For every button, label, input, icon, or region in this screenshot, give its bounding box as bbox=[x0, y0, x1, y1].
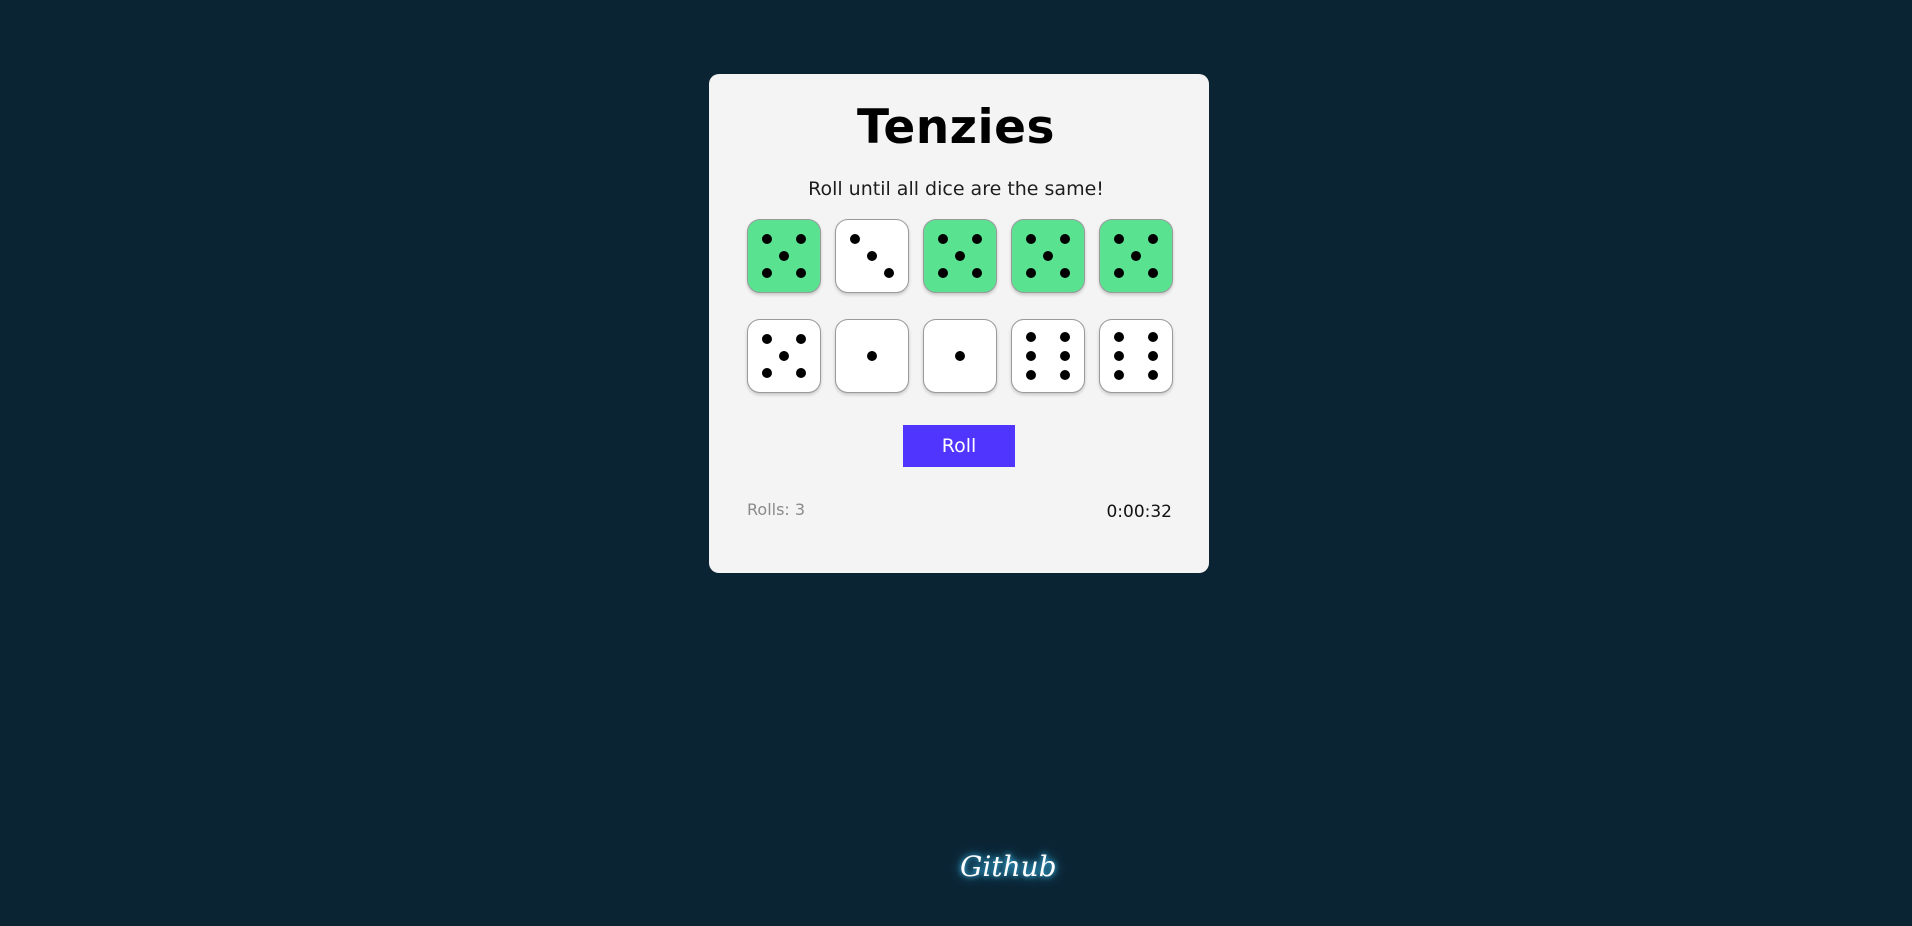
pip-five bbox=[795, 267, 806, 278]
die-3[interactable] bbox=[923, 219, 997, 293]
pip-five bbox=[795, 367, 806, 378]
pip-six bbox=[1114, 351, 1125, 361]
pip-six bbox=[1059, 351, 1070, 361]
die-6[interactable] bbox=[747, 319, 821, 393]
pip-five bbox=[1026, 267, 1037, 278]
pip-six bbox=[1147, 370, 1158, 381]
pip-five bbox=[1026, 234, 1037, 245]
dice-grid bbox=[747, 219, 1173, 393]
pip-one bbox=[867, 351, 877, 361]
pip-three bbox=[867, 251, 877, 261]
pip-five bbox=[1114, 234, 1125, 245]
pip-five bbox=[762, 334, 773, 345]
pip-five bbox=[938, 234, 949, 245]
die-2[interactable] bbox=[835, 219, 909, 293]
pip-five bbox=[1059, 234, 1070, 245]
die-7[interactable] bbox=[835, 319, 909, 393]
pip-five bbox=[762, 367, 773, 378]
pip-five bbox=[1043, 251, 1053, 261]
pip-five bbox=[1131, 251, 1141, 261]
game-timer: 0:00:32 bbox=[1106, 502, 1172, 522]
die-4[interactable] bbox=[1011, 219, 1085, 293]
die-10[interactable] bbox=[1099, 319, 1173, 393]
pip-six bbox=[1114, 370, 1125, 381]
pip-five bbox=[938, 267, 949, 278]
die-1[interactable] bbox=[747, 219, 821, 293]
pip-six bbox=[1059, 370, 1070, 381]
pip-five bbox=[779, 351, 789, 361]
pip-six bbox=[1147, 351, 1158, 361]
pip-six bbox=[1114, 331, 1125, 342]
pip-one bbox=[955, 351, 965, 361]
pip-five bbox=[762, 267, 773, 278]
pip-five bbox=[795, 334, 806, 345]
pip-five bbox=[1147, 234, 1158, 245]
pip-five bbox=[762, 234, 773, 245]
pip-three bbox=[883, 267, 894, 278]
pip-five bbox=[1059, 267, 1070, 278]
pip-six bbox=[1059, 331, 1070, 342]
die-8[interactable] bbox=[923, 319, 997, 393]
pip-five bbox=[971, 267, 982, 278]
game-title: Tenzies bbox=[857, 100, 1055, 155]
pip-five bbox=[955, 251, 965, 261]
pip-five bbox=[1114, 267, 1125, 278]
pip-five bbox=[1147, 267, 1158, 278]
roll-button[interactable]: Roll bbox=[903, 425, 1015, 467]
die-9[interactable] bbox=[1011, 319, 1085, 393]
pip-five bbox=[971, 234, 982, 245]
rolls-counter: Rolls: 3 bbox=[747, 500, 806, 519]
github-link[interactable]: Github bbox=[960, 850, 1057, 883]
pip-five bbox=[779, 251, 789, 261]
pip-five bbox=[795, 234, 806, 245]
pip-six bbox=[1147, 331, 1158, 342]
pip-three bbox=[850, 234, 861, 245]
pip-six bbox=[1026, 331, 1037, 342]
pip-six bbox=[1026, 351, 1037, 361]
game-instructions: Roll until all dice are the same! bbox=[808, 178, 1104, 200]
die-5[interactable] bbox=[1099, 219, 1173, 293]
pip-six bbox=[1026, 370, 1037, 381]
